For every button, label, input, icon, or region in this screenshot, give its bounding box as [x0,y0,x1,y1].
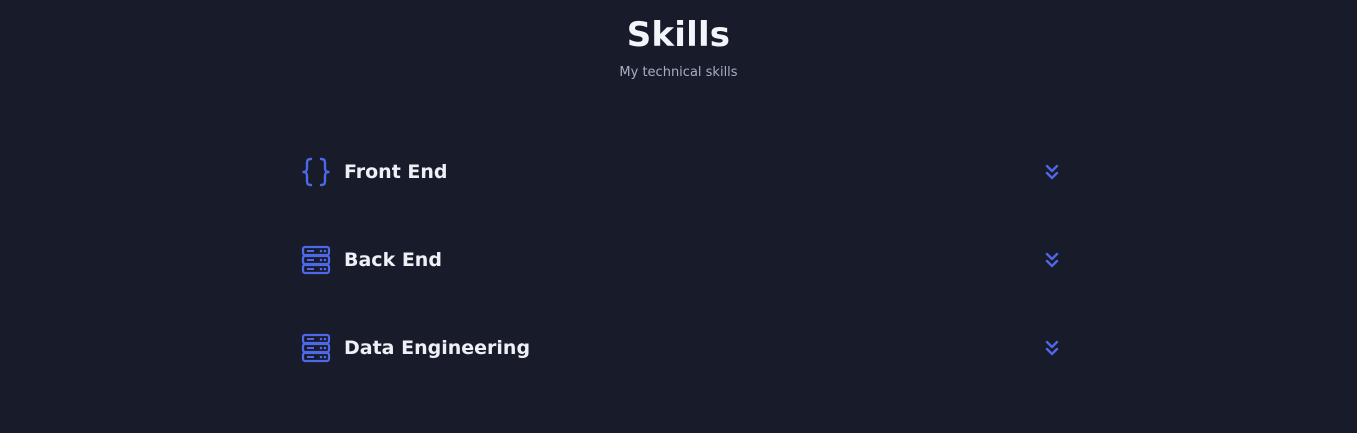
section-subtitle: My technical skills [619,65,738,80]
skill-accordion-label: Data Engineering [344,337,531,359]
skill-accordion-label: Front End [344,161,448,183]
server-icon [300,332,332,364]
skills-section: Skills My technical skills Front End Bac… [0,0,1357,433]
skill-accordion-back-end[interactable]: Back End [300,240,1061,280]
chevron-double-down-icon[interactable] [1043,163,1061,181]
chevron-double-down-icon[interactable] [1043,339,1061,357]
server-icon [300,244,332,276]
braces-icon [300,156,332,188]
skill-accordion-data-engineering[interactable]: Data Engineering [300,328,1061,368]
chevron-double-down-icon[interactable] [1043,251,1061,269]
skill-accordion-label: Back End [344,249,442,271]
skill-accordion-front-end[interactable]: Front End [300,152,1061,192]
section-title: Skills [626,15,731,55]
